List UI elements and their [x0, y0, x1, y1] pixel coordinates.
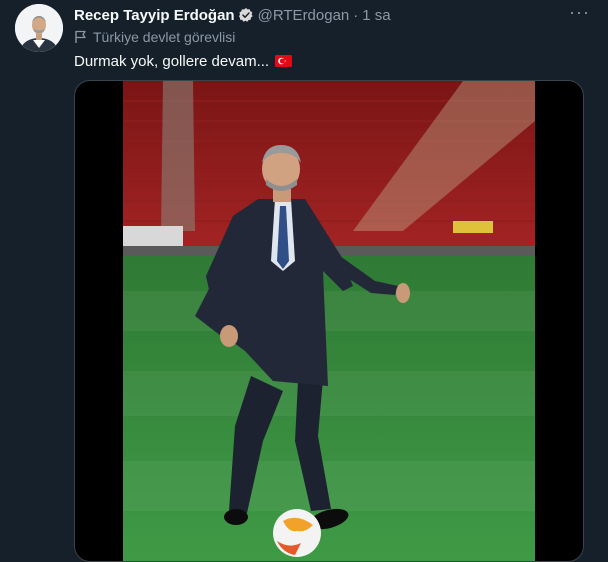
turkey-flag-emoji: [275, 55, 293, 67]
account-label: Türkiye devlet görevlisi: [74, 28, 235, 46]
more-options-icon[interactable]: ···: [569, 2, 590, 23]
avatar-image: [15, 4, 63, 52]
author-name[interactable]: Recep Tayyip Erdoğan: [74, 7, 235, 24]
separator-dot: ·: [353, 6, 359, 24]
tweet-text: Durmak yok, gollere devam...: [74, 51, 293, 71]
tweet-card[interactable]: Recep Tayyip Erdoğan @RTErdogan · 1 sa ·…: [0, 0, 608, 562]
author-avatar[interactable]: [15, 4, 63, 52]
flag-outline-icon: [75, 30, 86, 43]
account-label-text: Türkiye devlet görevlisi: [93, 29, 236, 45]
tweet-media-photo[interactable]: [74, 80, 584, 562]
tweet-text-content: Durmak yok, gollere devam...: [74, 52, 270, 70]
tweet-timestamp[interactable]: 1 sa: [362, 7, 390, 24]
verified-badge-icon: [238, 8, 253, 22]
author-handle[interactable]: @RTErdogan: [258, 7, 350, 24]
tweet-header: Recep Tayyip Erdoğan @RTErdogan · 1 sa: [74, 5, 592, 25]
photo-football-player: [123, 81, 535, 561]
